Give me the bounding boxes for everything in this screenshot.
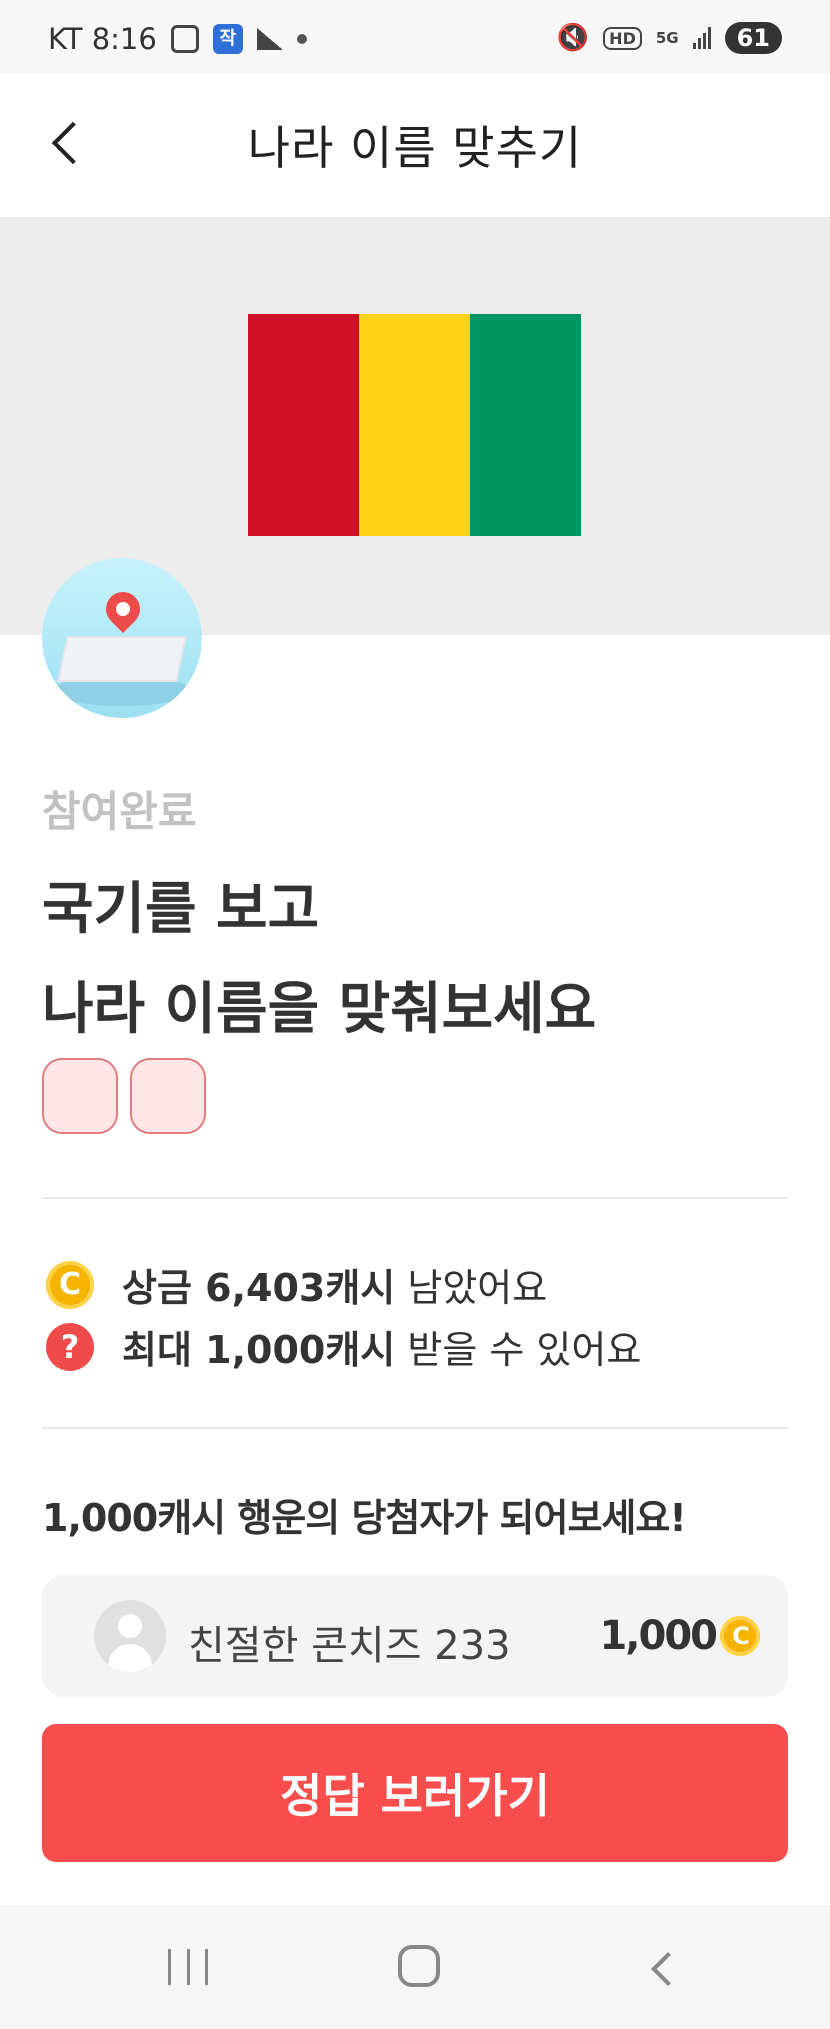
winner-card: 친절한 콘치즈 233 1,000 C <box>42 1575 788 1697</box>
answer-boxes <box>42 1058 206 1134</box>
winner-name: 친절한 콘치즈 233 <box>188 1623 511 1669</box>
answer-box <box>130 1058 206 1134</box>
question-icon: ? <box>46 1322 94 1371</box>
prize-suffix: 남았어요 <box>395 1266 548 1310</box>
flag-stripe-red <box>248 314 359 536</box>
flag-stripe-green <box>470 314 581 536</box>
home-icon[interactable] <box>398 1945 440 1987</box>
app-badge-icon: 작 <box>212 24 243 54</box>
hd-icon: HD <box>603 26 642 50</box>
battery-indicator: 61 <box>724 22 782 54</box>
divider <box>42 1197 788 1199</box>
stairs-icon <box>256 28 283 50</box>
winner-amount: 1,000 C <box>599 1613 760 1659</box>
view-answer-button[interactable]: 정답 보러가기 <box>42 1724 788 1862</box>
winner-amount-value: 1,000 <box>599 1613 718 1659</box>
map-pin-icon <box>42 558 202 718</box>
headline-line-2: 나라 이름을 맞춰보세요 <box>42 977 597 1042</box>
page-title: 나라 이름 맞추기 <box>247 121 583 175</box>
avatar <box>94 1600 166 1672</box>
max-reward-suffix: 받을 수 있어요 <box>395 1328 642 1372</box>
notification-dot-icon <box>296 34 307 44</box>
app-header: 나라 이름 맞추기 <box>0 74 830 217</box>
status-bar: KT 8:16 작 🔇 HD 5G 61 <box>0 0 830 74</box>
country-flag <box>248 314 581 536</box>
status-right: 🔇 HD 5G 61 <box>557 22 782 54</box>
network-5g-icon: 5G <box>655 28 679 47</box>
divider <box>42 1427 788 1429</box>
headline-line-1: 국기를 보고 <box>42 877 320 942</box>
flag-stripe-yellow <box>359 314 470 536</box>
participation-status: 참여완료 <box>42 787 197 836</box>
signal-icon <box>692 27 711 49</box>
winner-section-title: 1,000캐시 행운의 당첨자가 되어보세요! <box>42 1496 687 1540</box>
status-left: KT 8:16 작 <box>48 22 307 56</box>
prize-remaining-row: C 상금 6,403캐시 남았어요 <box>46 1257 547 1312</box>
mute-icon: 🔇 <box>556 23 590 53</box>
screenshot-icon <box>170 25 199 53</box>
max-reward-row: ? 최대 1,000캐시 받을 수 있어요 <box>46 1319 641 1374</box>
carrier-time: KT 8:16 <box>48 22 157 56</box>
prize-amount: 상금 6,403캐시 <box>122 1266 396 1310</box>
coin-icon: C <box>720 1616 760 1656</box>
system-nav-bar <box>0 1905 830 2029</box>
quiz-headline: 국기를 보고 나라 이름을 맞춰보세요 <box>42 860 596 1060</box>
nav-back-icon[interactable] <box>648 1949 685 1989</box>
coin-icon: C <box>46 1260 94 1309</box>
answer-box <box>42 1058 118 1134</box>
max-reward-amount: 최대 1,000캐시 <box>122 1328 396 1372</box>
recent-apps-icon[interactable] <box>168 1949 208 1985</box>
